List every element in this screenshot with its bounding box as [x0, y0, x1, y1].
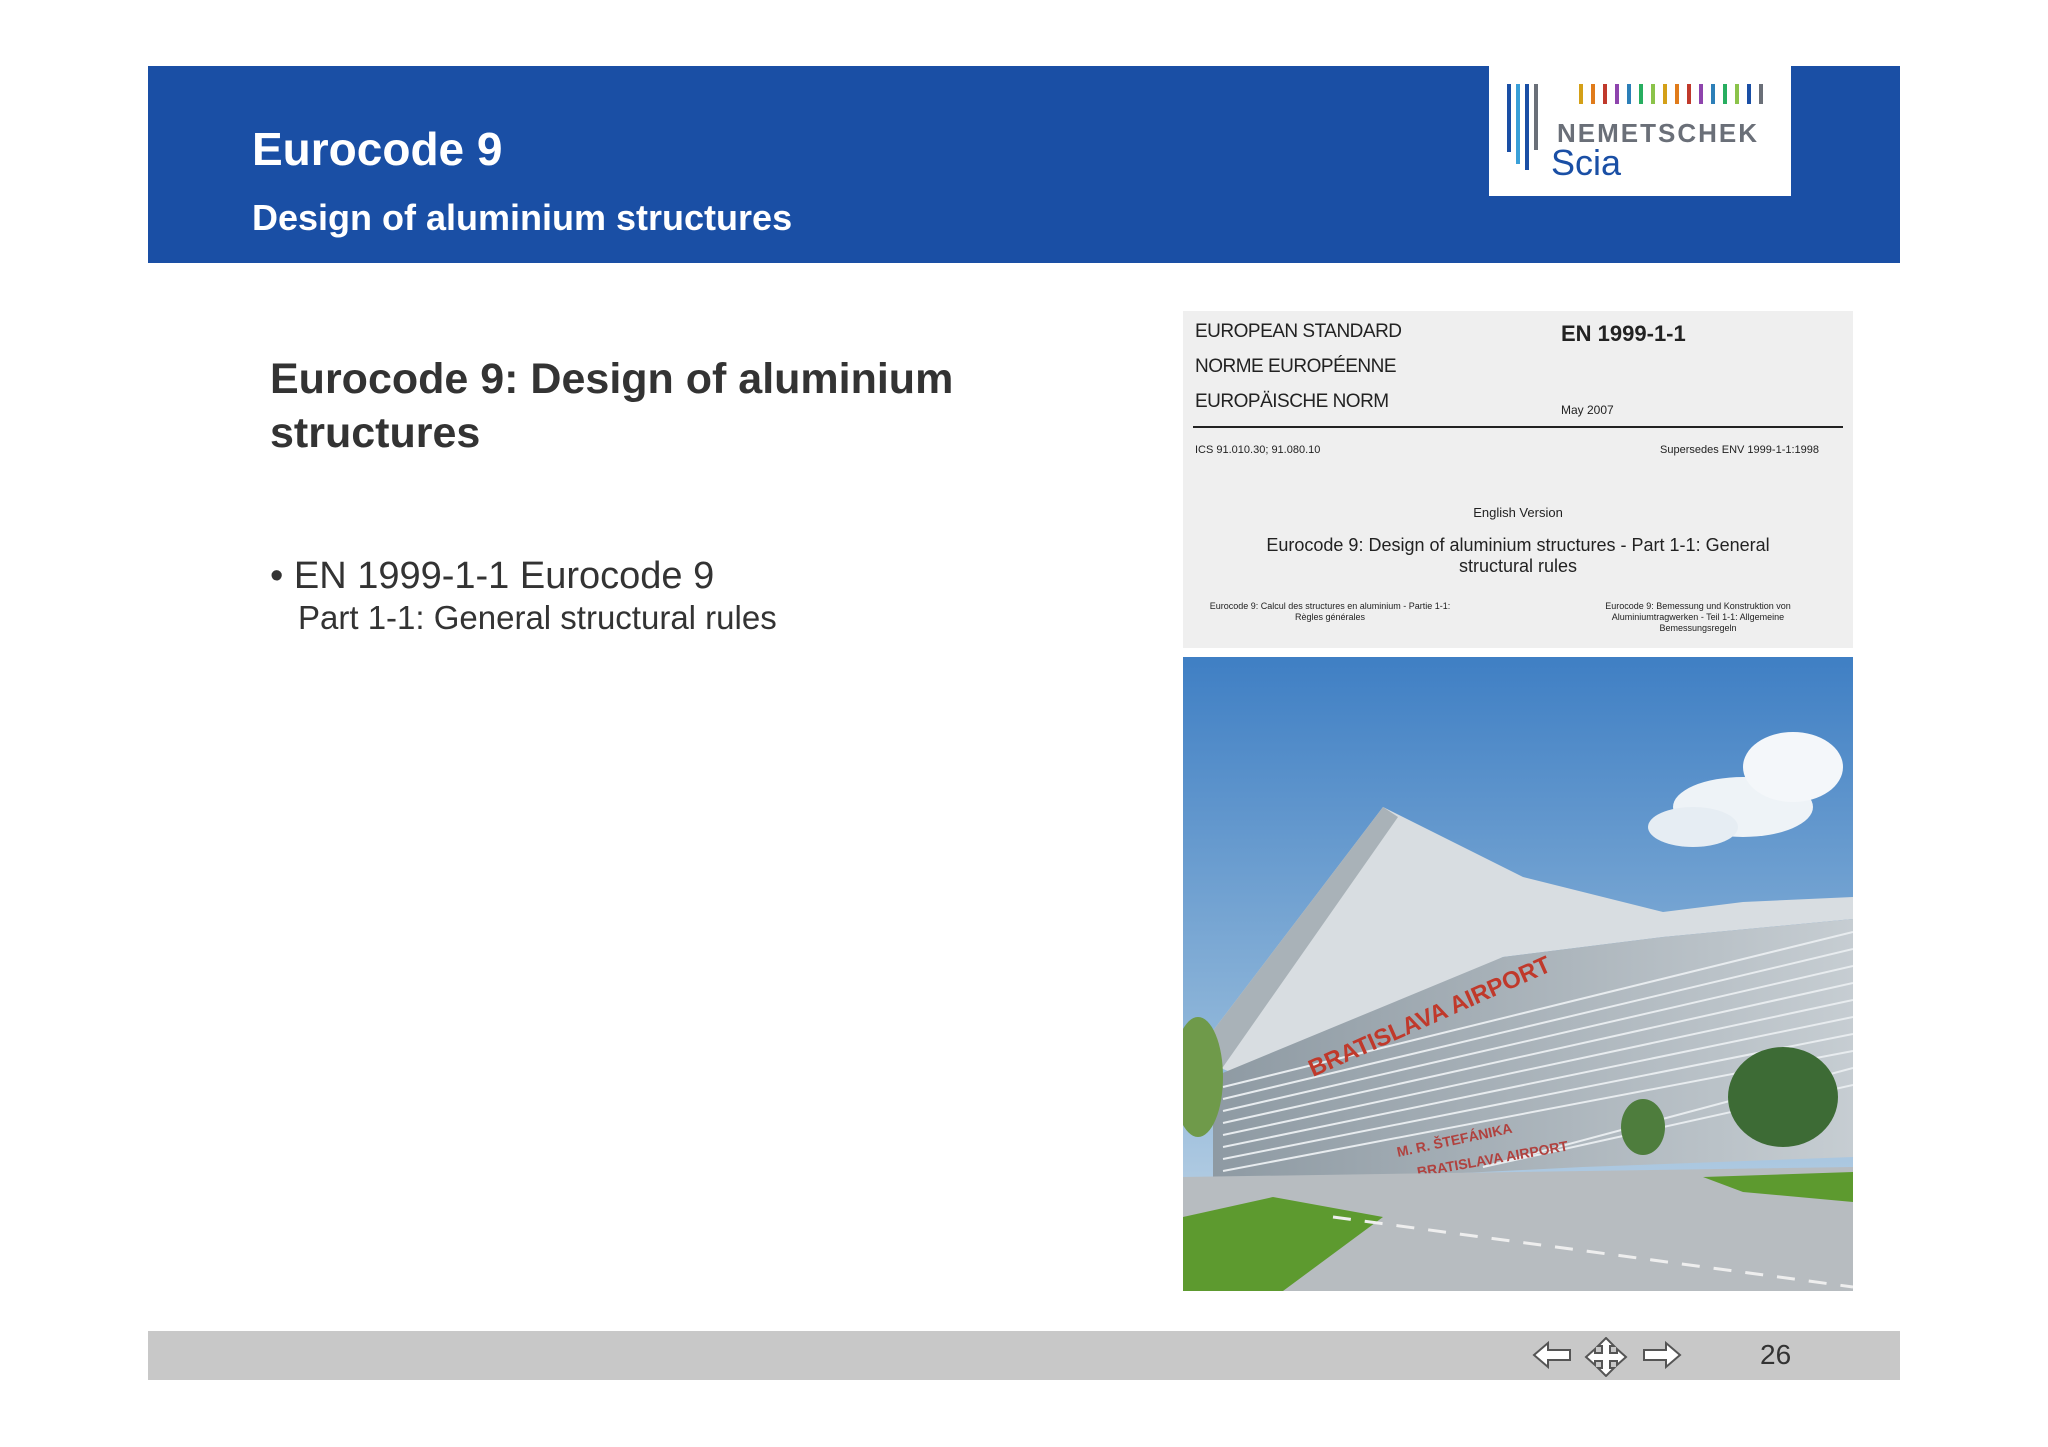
slide-footer: 26 [148, 1331, 1900, 1380]
page-number: 26 [1760, 1339, 1792, 1370]
slide-header: Eurocode 9 Design of aluminium structure… [148, 66, 1900, 263]
bullet-subitem: Part 1-1: General structural rules [298, 599, 777, 636]
arrow-left-icon[interactable] [1532, 1337, 1572, 1373]
slide-subtitle: Design of aluminium structures [252, 197, 793, 238]
move-icon[interactable] [1584, 1337, 1628, 1377]
doc-divider [1193, 426, 1843, 428]
bullet-item: • EN 1999-1-1 Eurocode 9 [270, 555, 715, 597]
doc-supersedes: Supersedes ENV 1999-1-1:1998 [1660, 444, 1819, 456]
content-heading: Eurocode 9: Design of aluminium structur… [270, 355, 954, 457]
logo-subtext: Scia [1551, 142, 1622, 183]
doc-title-de: Eurocode 9: Bemessung und Konstruktion v… [1605, 601, 1791, 633]
doc-title-fr: Eurocode 9: Calcul des structures en alu… [1209, 601, 1451, 622]
nemetschek-scia-logo: NEMETSCHEK Scia [1489, 66, 1791, 196]
doc-lang-de: EUROPÄISCHE NORM [1195, 391, 1389, 412]
doc-ics: ICS 91.010.30; 91.080.10 [1195, 444, 1321, 456]
doc-lang-fr: NORME EUROPÉENNE [1195, 356, 1397, 377]
airport-photo: BRATISLAVA AIRPORT M. R. ŠTEFÁNIKA BRATI… [1183, 657, 1853, 1291]
standard-cover-image: EUROPEAN STANDARD NORME EUROPÉENNE EUROP… [1183, 311, 1853, 648]
doc-number: EN 1999-1-1 [1561, 321, 1686, 346]
slide-title: Eurocode 9 [252, 123, 503, 175]
doc-title: Eurocode 9: Design of aluminium structur… [1266, 535, 1770, 576]
arrow-right-icon[interactable] [1642, 1337, 1682, 1373]
doc-version: English Version [1473, 505, 1563, 520]
doc-date: May 2007 [1561, 403, 1614, 417]
doc-lang-en: EUROPEAN STANDARD [1195, 321, 1402, 342]
